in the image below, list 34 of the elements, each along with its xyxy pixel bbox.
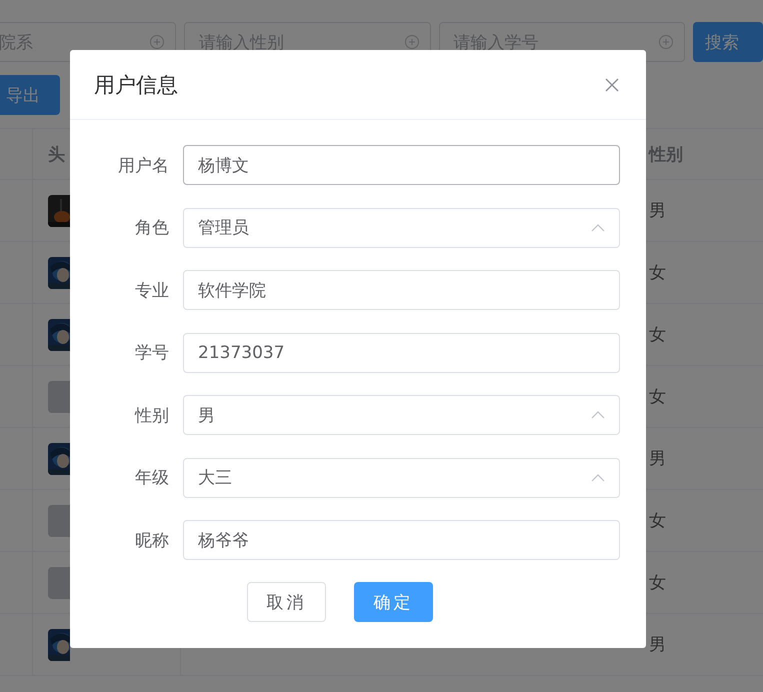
field-label: 专业: [134, 280, 170, 302]
field-label: 性别: [134, 404, 170, 426]
input-field[interactable]: 软件学院: [183, 270, 620, 310]
avatar-placeholder: [48, 380, 70, 412]
field-label: 昵称: [134, 530, 170, 552]
avatar-placeholder: [48, 504, 70, 536]
table-cell: 女: [649, 263, 666, 283]
avatar-placeholder: [48, 566, 70, 598]
field-label: 角色: [134, 217, 170, 239]
caret-icon: [591, 474, 605, 482]
input-field[interactable]: 杨爷爷: [183, 520, 620, 560]
caret-icon: [591, 411, 605, 419]
dialog-title: 用户信息: [94, 72, 178, 98]
cancel-button[interactable]: 取消: [247, 582, 326, 622]
caret-icon: [591, 224, 605, 232]
table-cell: 女: [649, 573, 666, 593]
plus-circle-icon: [149, 34, 166, 50]
field-label: 学号: [134, 342, 170, 364]
select-field[interactable]: 管理员: [183, 208, 620, 248]
input-field[interactable]: 杨博文: [183, 145, 620, 185]
table-cell: 男: [649, 449, 666, 469]
select-field[interactable]: 男: [183, 395, 620, 435]
table-cell: 男: [649, 635, 666, 655]
table-cell: 女: [649, 387, 666, 407]
field-label: 年级: [134, 467, 170, 489]
table-cell: 男: [649, 201, 666, 221]
close-icon[interactable]: [605, 78, 619, 92]
input-field[interactable]: 21373037: [183, 332, 620, 372]
plus-circle-icon: [404, 34, 420, 50]
table-cell: 女: [649, 511, 666, 531]
plus-circle-icon: [658, 34, 674, 50]
field-label: 用户名: [117, 154, 170, 176]
table-cell: 女: [649, 325, 666, 345]
select-field[interactable]: 大三: [183, 458, 620, 498]
